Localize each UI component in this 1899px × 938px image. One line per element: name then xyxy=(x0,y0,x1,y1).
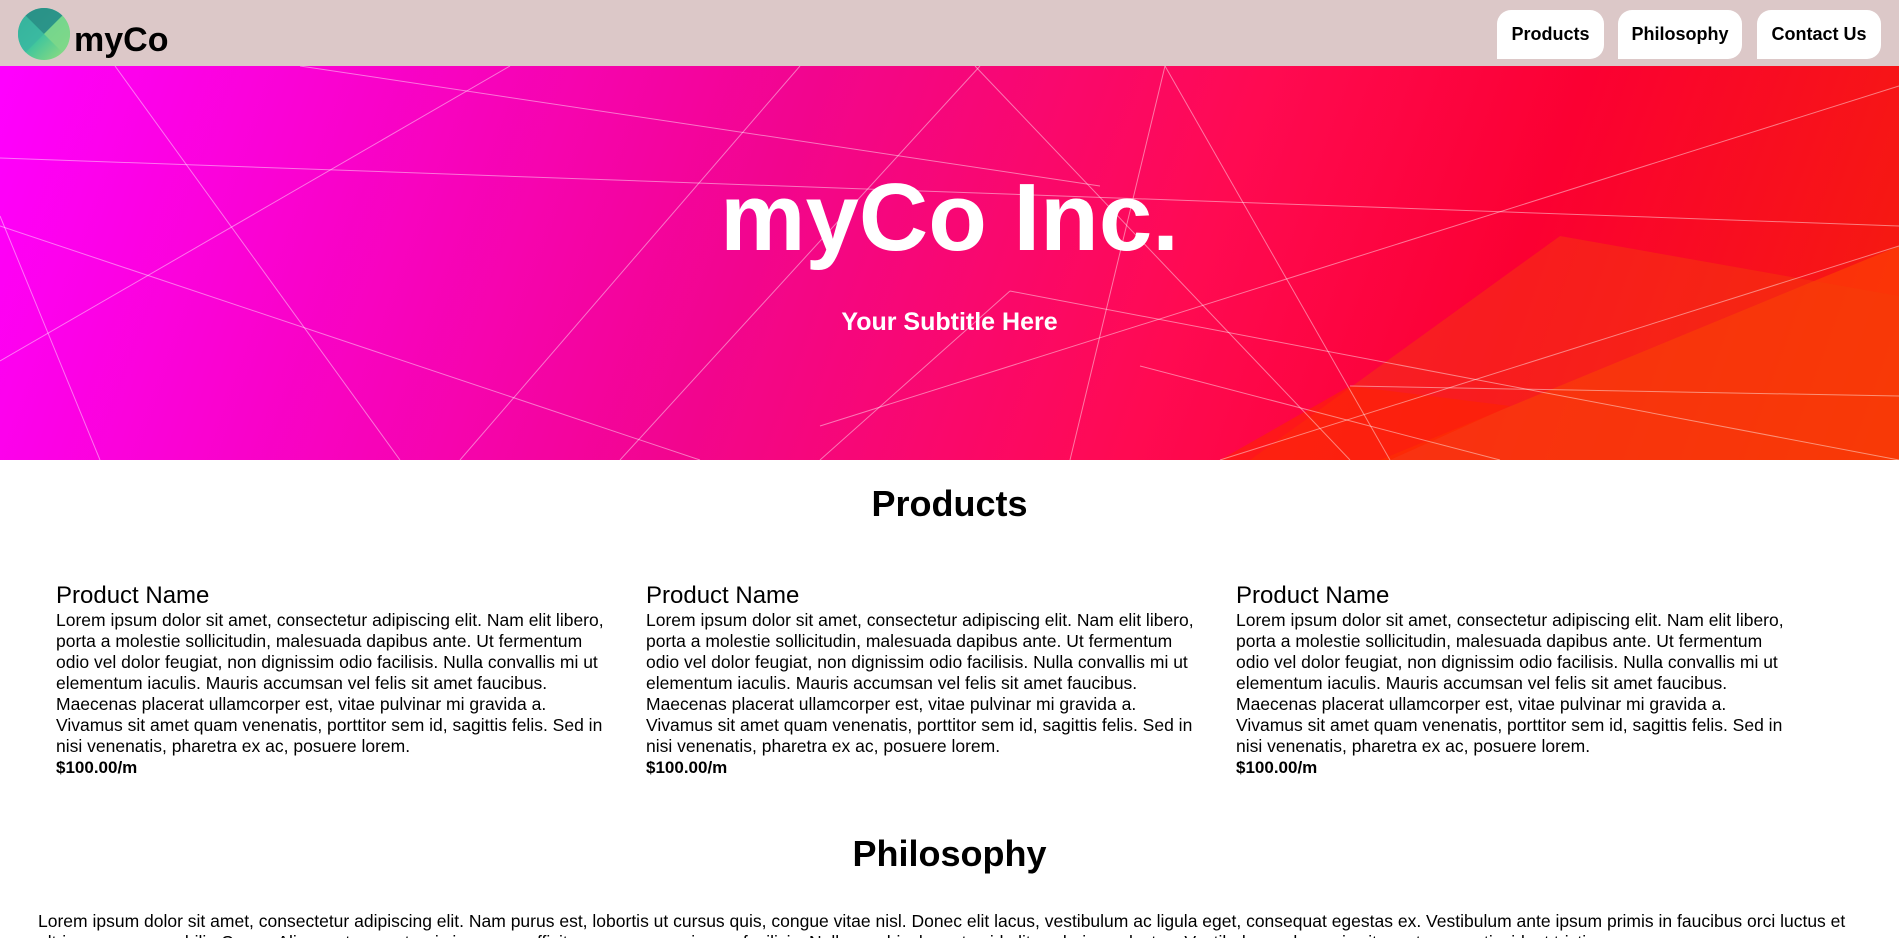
philosophy-heading: Philosophy xyxy=(852,833,1047,874)
product-price: $100.00/m xyxy=(646,758,728,777)
product-price: $100.00/m xyxy=(1236,758,1318,777)
hero-title: myCo Inc. xyxy=(720,164,1179,271)
product-card: Product Name Lorem ipsum dolor sit amet,… xyxy=(1236,582,1791,778)
product-description: Lorem ipsum dolor sit amet, consectetur … xyxy=(646,610,1194,756)
nav-link-contact-us[interactable]: Contact Us xyxy=(1757,10,1881,59)
product-description: Lorem ipsum dolor sit amet, consectetur … xyxy=(56,610,604,756)
top-navbar: myCo Products Philosophy Contact Us xyxy=(0,0,1899,66)
nav-link-philosophy[interactable]: Philosophy xyxy=(1618,10,1742,59)
philosophy-text: Lorem ipsum dolor sit amet, consectetur … xyxy=(38,911,1846,938)
product-name: Product Name xyxy=(56,582,210,609)
hero-banner: myCo Inc. Your Subtitle Here xyxy=(0,66,1899,460)
product-price: $100.00/m xyxy=(56,758,138,777)
hero-subtitle: Your Subtitle Here xyxy=(841,308,1058,336)
product-name: Product Name xyxy=(1236,582,1390,609)
products-heading: Products xyxy=(871,483,1028,524)
product-description: Lorem ipsum dolor sit amet, consectetur … xyxy=(1236,610,1784,756)
product-name: Product Name xyxy=(646,582,800,609)
product-card: Product Name Lorem ipsum dolor sit amet,… xyxy=(56,582,611,778)
product-card: Product Name Lorem ipsum dolor sit amet,… xyxy=(646,582,1201,778)
leaf-logo-icon[interactable] xyxy=(18,8,70,60)
nav-link-products[interactable]: Products xyxy=(1497,10,1604,59)
brand-name[interactable]: myCo xyxy=(74,23,168,57)
